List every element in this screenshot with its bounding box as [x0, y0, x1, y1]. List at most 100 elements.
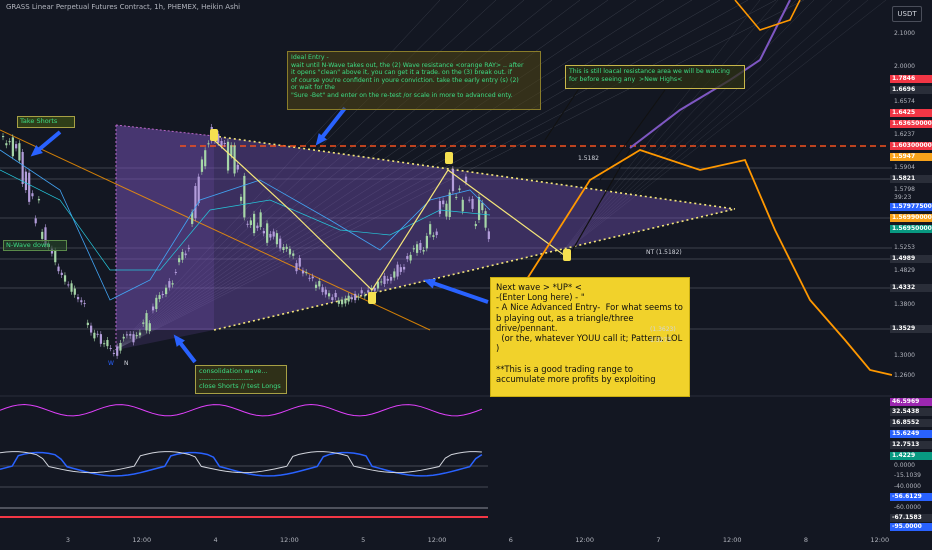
candle-body [138, 332, 142, 336]
candle-body [96, 333, 99, 335]
candle-body [86, 322, 89, 326]
candle-body [422, 249, 425, 252]
candle-body [135, 335, 138, 337]
oscillator-label: 16.8552 [890, 419, 932, 427]
note-n-wave-down[interactable]: N-Wave down [3, 240, 67, 251]
candle-body [477, 196, 481, 220]
price-label: 1.6237 [894, 131, 915, 138]
candle-body [292, 253, 295, 256]
candle-body [63, 275, 67, 282]
callout-line [599, 89, 666, 181]
candle-body [474, 223, 477, 227]
price-label: 1.3000 [894, 352, 915, 359]
price-label: 1.2600 [894, 372, 915, 379]
note-resistance[interactable]: This is still loacal resistance area we … [565, 65, 745, 89]
note-ideal-entry[interactable]: Ideal Entry - wait until N-Wave takes ou… [287, 51, 541, 110]
time-label: 12:00 [722, 536, 742, 544]
candle-body [171, 283, 174, 285]
candle-body [471, 198, 474, 209]
candle-body [165, 287, 168, 295]
candle-body [438, 200, 442, 214]
wave-label-w: W [108, 360, 114, 367]
candle-body [34, 218, 37, 224]
candle-body [279, 238, 282, 249]
candle-body [5, 143, 8, 146]
time-label: 12:00 [280, 536, 299, 544]
time-label: 12:00 [427, 536, 447, 544]
candle-body [350, 297, 354, 300]
candle-body [90, 325, 93, 333]
candle-body [41, 231, 44, 239]
candle-body [481, 202, 484, 211]
candle-body [103, 343, 106, 345]
candle-body [161, 293, 164, 296]
candle-body [282, 247, 285, 251]
candle-body [354, 293, 357, 301]
candle-body [429, 224, 432, 235]
price-label: 1.60300000 [890, 142, 932, 150]
arrow-next-wave [429, 280, 489, 304]
candle-body [181, 251, 184, 260]
candle-body [301, 270, 305, 274]
candle-body [318, 281, 321, 287]
price-axis[interactable]: 2.1000 2.0000 1.7846 1.6696 1.6574 1.6425 1.63… [890, 20, 932, 531]
candle-body [246, 223, 249, 225]
price-label: 39:23 [894, 194, 912, 201]
candle-body [334, 292, 337, 298]
candle-body [253, 213, 256, 234]
candle-body [243, 175, 246, 218]
chart-title: GRASS Linear Perpetual Futures Contract,… [6, 3, 241, 11]
candle-body [148, 323, 151, 332]
candle-body [70, 283, 73, 292]
candle-body [380, 281, 383, 283]
candle-body [464, 176, 468, 183]
wave-marker [445, 152, 453, 164]
candle-body [21, 151, 24, 184]
candle-body [455, 196, 458, 198]
candle-body [145, 313, 148, 331]
candle-body [207, 143, 210, 145]
level-label-2: (1.3623) [650, 326, 676, 333]
price-label: 1.3529 [890, 325, 932, 333]
candle-body [383, 275, 386, 285]
candle-body [223, 143, 226, 145]
candle-body [393, 271, 396, 278]
candle-body [76, 297, 80, 300]
candle-body [256, 225, 259, 229]
candle-body [31, 193, 34, 197]
price-label: 1.4332 [890, 284, 932, 292]
wave-label-n: N [124, 360, 129, 367]
candle-body [445, 203, 448, 217]
candle-body [197, 176, 200, 204]
note-take-shorts[interactable]: Take Shorts [17, 116, 75, 128]
candle-body [288, 248, 292, 255]
candle-body [99, 334, 102, 344]
candle-body [337, 300, 340, 304]
candle-body [347, 295, 350, 302]
oscillator-label: 32.5438 [890, 408, 932, 416]
oscillator-label: 1.4229 [890, 452, 932, 460]
wave-marker [563, 249, 571, 261]
candle-body [360, 290, 363, 294]
candle-body [461, 199, 464, 212]
candle-body [230, 145, 233, 156]
oscillator-label: -67.1583 [890, 514, 932, 522]
candle-body [396, 264, 399, 277]
arrow-next-wave-head [423, 278, 437, 289]
candle-body [119, 343, 122, 351]
candle-body [184, 253, 187, 256]
candle-body [285, 246, 288, 249]
candle-body [328, 293, 331, 297]
candle-body [295, 263, 298, 272]
price-label: 1.5904 [894, 164, 915, 171]
candle-body [269, 233, 272, 238]
candle-body [373, 287, 376, 291]
candle-body [151, 306, 155, 311]
price-label: 2.0000 [894, 63, 915, 70]
candle-body [226, 141, 230, 171]
arrow-ideal-entry [318, 106, 347, 142]
candle-body [129, 334, 132, 336]
time-axis[interactable]: 3 12:00 4 12:00 5 12:00 6 12:00 7 12:00 8 12:00 [0, 533, 892, 550]
note-consolidation[interactable]: consolidation wave... ------------------… [195, 365, 287, 394]
candle-body [174, 272, 177, 274]
